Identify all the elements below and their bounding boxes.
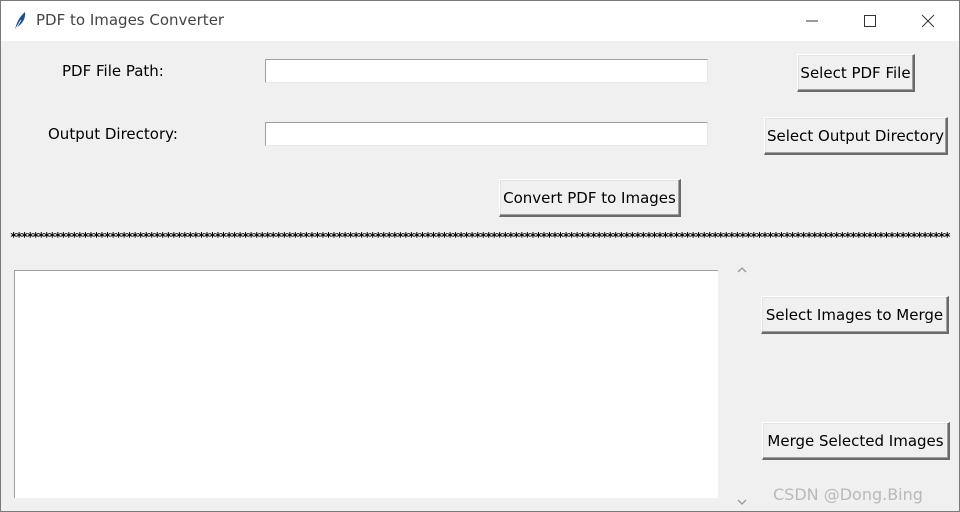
title-bar[interactable]: PDF to Images Converter <box>1 1 959 41</box>
select-pdf-button[interactable]: Select PDF File <box>797 54 915 92</box>
maximize-button[interactable] <box>841 1 899 41</box>
scroll-up-button[interactable] <box>735 262 749 274</box>
scroll-down-button[interactable] <box>735 495 749 507</box>
pdf-path-input[interactable] <box>265 59 708 83</box>
chevron-down-icon <box>737 499 747 505</box>
output-dir-input[interactable] <box>265 122 708 146</box>
pdf-path-label: PDF File Path: <box>62 62 164 80</box>
convert-pdf-button[interactable]: Convert PDF to Images <box>499 179 681 217</box>
chevron-up-icon <box>737 267 747 273</box>
select-output-directory-button[interactable]: Select Output Directory <box>764 117 948 155</box>
feather-icon <box>12 11 28 31</box>
window-title: PDF to Images Converter <box>36 11 225 29</box>
close-icon <box>921 14 935 28</box>
separator-line: ****************************************… <box>10 230 950 244</box>
watermark-text: CSDN @Dong.Bing <box>773 485 923 504</box>
app-window: PDF to Images Converter PDF File Path: S… <box>0 0 960 512</box>
minimize-button[interactable] <box>783 1 841 41</box>
output-dir-label: Output Directory: <box>48 125 178 143</box>
merge-images-button[interactable]: Merge Selected Images <box>762 422 950 460</box>
select-images-button[interactable]: Select Images to Merge <box>761 296 949 334</box>
maximize-icon <box>864 15 876 27</box>
image-listbox[interactable] <box>14 270 718 498</box>
minimize-icon <box>806 20 818 22</box>
close-button[interactable] <box>899 1 957 41</box>
